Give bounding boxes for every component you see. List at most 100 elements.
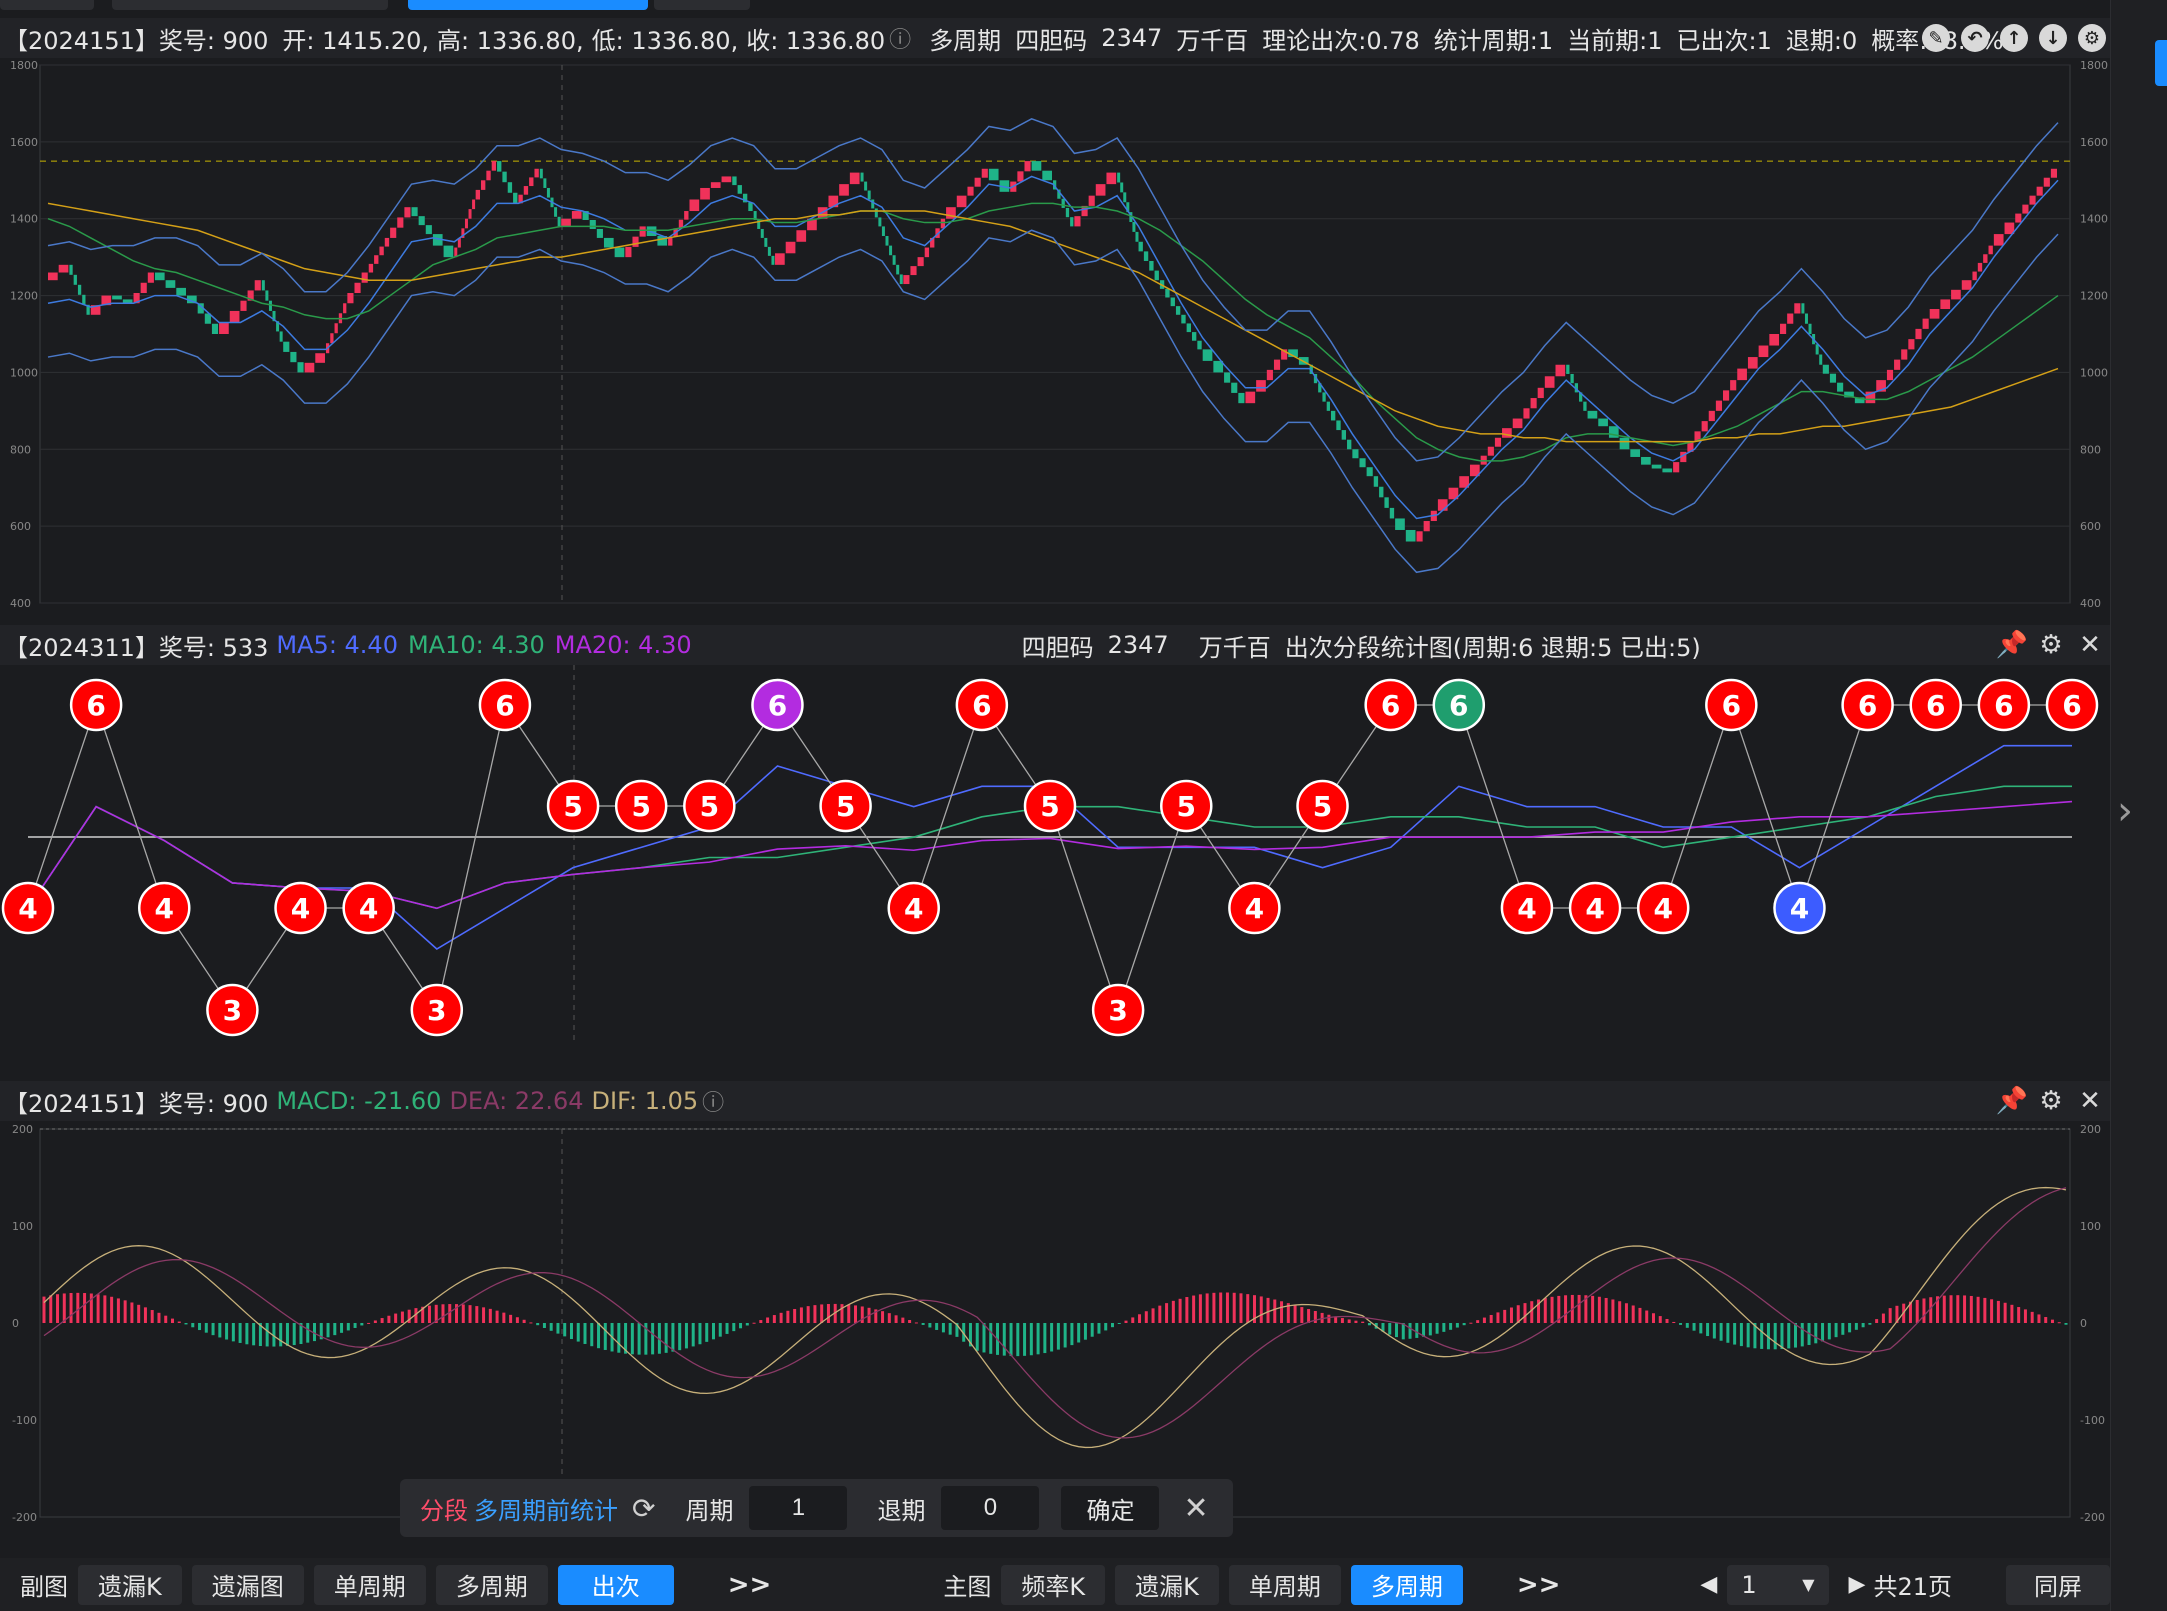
segment-marker-label: 4 [18, 892, 37, 925]
macd-bar [1280, 1301, 1284, 1323]
macd-bar [1138, 1314, 1142, 1323]
macd-bar [509, 1314, 513, 1323]
mode-label[interactable]: 多周期前统计 [474, 1491, 618, 1526]
macd-bar [1942, 1295, 1946, 1323]
candle [867, 190, 871, 200]
sub-chart-svg[interactable]: 4 6 4 3 4 4 3 6 5 5 5 6 5 4 6 5 3 5 4 5 6 6 4 4 4 6 4 6 6 6 6 [0, 665, 2110, 1065]
candle [1886, 369, 1894, 381]
macd-bar [799, 1307, 803, 1323]
candle [1224, 372, 1231, 383]
macd-bar [394, 1313, 398, 1323]
side-tab[interactable] [2155, 40, 2167, 86]
macd-bar [204, 1323, 208, 1333]
sub-btn-omission-chart[interactable]: 遗漏图 [191, 1564, 304, 1605]
sub-chart[interactable]: 4 6 4 3 4 4 3 6 5 5 5 6 5 4 6 5 3 5 4 5 6 6 4 4 4 6 4 6 6 6 6 [0, 665, 2110, 1065]
macd-bar [461, 1304, 465, 1323]
settings-icon[interactable]: ⚙ [2037, 1086, 2065, 1116]
candle [1065, 207, 1070, 218]
main-plot-frame [39, 64, 2071, 604]
main-chart[interactable]: 1800 1800 1600 1600 1400 1400 1200 1200 1000 1000… [0, 58, 2110, 610]
macd-bar [83, 1293, 87, 1323]
period-input[interactable] [749, 1486, 848, 1530]
candle [760, 228, 764, 238]
candle [1570, 373, 1574, 384]
settings-icon[interactable]: ⚙ [2037, 630, 2065, 660]
confirm-button[interactable]: 确定 [1061, 1486, 1160, 1530]
sub-btn-single-period[interactable]: 单周期 [313, 1564, 426, 1605]
back-input[interactable] [941, 1486, 1040, 1530]
edit-icon[interactable]: ✎ [1922, 24, 1950, 52]
main-more-button[interactable]: >> [1517, 1570, 1561, 1600]
macd-bar [1672, 1321, 1676, 1323]
help-icon[interactable]: ⓘ [889, 22, 911, 54]
undo-icon[interactable]: ↶ [1961, 24, 1989, 52]
prev-page-icon[interactable]: ◀ [1700, 1572, 1717, 1597]
macd-bar [2030, 1311, 2034, 1323]
expand-arrow-icon[interactable]: › [2117, 788, 2133, 834]
top-tab-4[interactable] [654, 0, 750, 10]
candle [732, 176, 737, 186]
refresh-icon[interactable]: ⟳ [632, 1492, 655, 1525]
macd-bar [617, 1323, 621, 1353]
candle [529, 177, 534, 187]
macd-bar [326, 1323, 330, 1338]
down-arrow-icon[interactable]: ↓ [2039, 24, 2067, 52]
candle [1042, 170, 1052, 181]
pin-icon[interactable]: 📌 [1996, 630, 2028, 660]
main-btn-single-period[interactable]: 单周期 [1228, 1564, 1341, 1605]
candle [1583, 401, 1587, 411]
candle [974, 177, 981, 187]
macd-bar [678, 1323, 682, 1351]
candle [1769, 334, 1780, 346]
segment-marker-label: 4 [1517, 892, 1536, 925]
sub-btn-appearance[interactable]: 出次 [557, 1564, 674, 1605]
y-tick-label-right: 1800 [2080, 59, 2108, 72]
top-tab-3[interactable] [408, 0, 648, 10]
settings-icon[interactable]: ⚙ [2078, 24, 2106, 52]
candle [1024, 161, 1031, 172]
macd-bar [576, 1323, 580, 1342]
main-code-type: 四胆码 [1015, 26, 1088, 55]
main-btn-omission-k[interactable]: 遗漏K [1115, 1564, 1219, 1605]
macd-bar [1029, 1323, 1033, 1356]
sub-btn-multi-period[interactable]: 多周期 [435, 1564, 548, 1605]
main-btn-frequency-k[interactable]: 频率K [1001, 1564, 1106, 1605]
macd-bar [1442, 1323, 1446, 1332]
macd-bar [1509, 1307, 1513, 1323]
page-select[interactable]: 1 ▼ [1727, 1564, 1829, 1605]
sub-more-button[interactable]: >> [728, 1570, 772, 1600]
top-tab-2[interactable] [112, 0, 388, 10]
sync-screen-button[interactable]: 同屏 [2006, 1564, 2110, 1605]
candle [796, 230, 807, 242]
pin-icon[interactable]: 📌 [1996, 1086, 2028, 1116]
top-tab-1[interactable] [0, 0, 94, 10]
macd-bar [840, 1304, 844, 1323]
segment-marker-label: 4 [1585, 892, 1604, 925]
candle [82, 294, 86, 305]
candle [1701, 421, 1708, 432]
candle [557, 216, 561, 227]
macd-bar [887, 1313, 891, 1323]
candle [1630, 449, 1641, 457]
macd-bar [826, 1304, 830, 1323]
next-page-icon[interactable]: ▶ [1849, 1572, 1866, 1597]
y-tick-label-right: 1200 [2080, 290, 2108, 303]
macd-help-icon[interactable]: ⓘ [702, 1085, 724, 1117]
close-icon[interactable]: ✕ [1183, 1491, 1208, 1526]
main-btn-multi-period[interactable]: 多周期 [1350, 1564, 1463, 1605]
sub-btn-omission-k[interactable]: 遗漏K [78, 1564, 182, 1605]
candle [764, 237, 768, 247]
close-icon[interactable]: ✕ [2076, 630, 2104, 660]
candle [1894, 359, 1901, 370]
macd-bar [1307, 1309, 1311, 1323]
macd-bar [1361, 1321, 1365, 1323]
y-tick-label-right: 0 [2080, 1317, 2087, 1330]
candle [176, 287, 186, 296]
chevron-down-icon: ▼ [1802, 1575, 1815, 1594]
main-chart-svg[interactable]: 1800 1800 1600 1600 1400 1400 1200 1200 1000 1000… [0, 58, 2110, 610]
close-icon[interactable]: ✕ [2076, 1086, 2104, 1116]
macd-bar [752, 1322, 756, 1324]
candle [639, 226, 646, 237]
up-arrow-icon[interactable]: ↑ [2000, 24, 2028, 52]
candle [1074, 216, 1081, 227]
